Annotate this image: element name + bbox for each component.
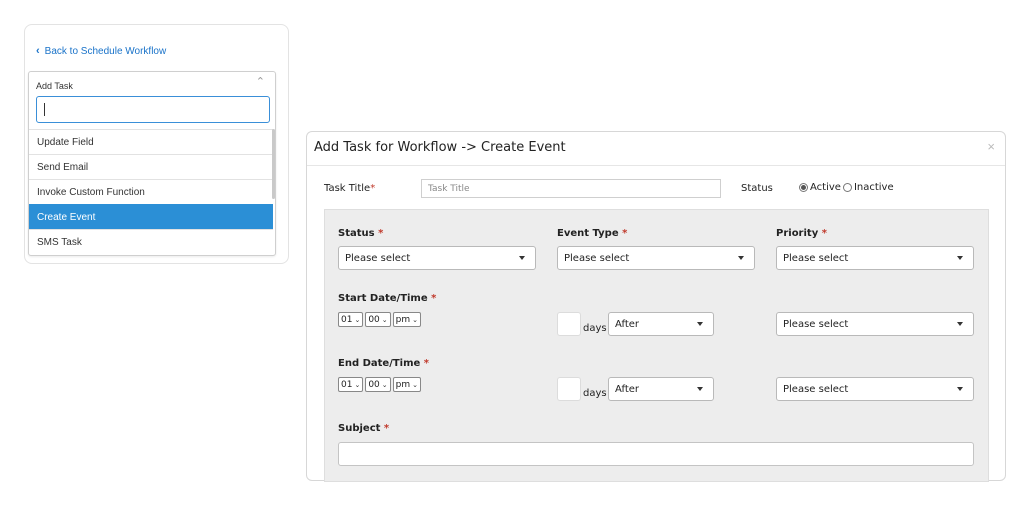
chevron-down-icon: ⌄ bbox=[381, 380, 388, 389]
start-days-label: days bbox=[583, 323, 607, 334]
chevron-down-icon: ⌄ bbox=[412, 380, 419, 389]
caret-down-icon bbox=[957, 322, 963, 326]
task-option-create-event[interactable]: Create Event bbox=[29, 204, 273, 229]
modal-title: Add Task for Workflow -> Create Event bbox=[314, 140, 566, 155]
chevron-down-icon: ⌄ bbox=[354, 380, 361, 389]
status-radio-group: Active Inactive bbox=[799, 182, 894, 193]
end-days-label: days bbox=[583, 388, 607, 399]
end-hour-select[interactable]: 01 ⌄ bbox=[338, 377, 364, 392]
event-type-field-label: Event Type * bbox=[557, 228, 628, 239]
start-after-select[interactable]: After bbox=[608, 312, 714, 336]
dropdown-scrollbar[interactable] bbox=[272, 129, 275, 199]
start-time-selects: 01 ⌄ 00 ⌄ pm ⌄ bbox=[338, 312, 422, 327]
start-reference-select[interactable]: Please select bbox=[776, 312, 974, 336]
task-option-sms-task[interactable]: SMS Task bbox=[29, 229, 273, 254]
task-option-invoke-custom-function[interactable]: Invoke Custom Function bbox=[29, 179, 273, 204]
end-time-selects: 01 ⌄ 00 ⌄ pm ⌄ bbox=[338, 377, 422, 392]
back-to-schedule-workflow-link[interactable]: ‹ Back to Schedule Workflow bbox=[36, 45, 166, 57]
subject-input[interactable] bbox=[338, 442, 974, 466]
task-options-list: Update Field Send Email Invoke Custom Fu… bbox=[29, 129, 273, 254]
end-ampm-select[interactable]: pm ⌄ bbox=[392, 377, 422, 392]
add-task-modal: Add Task for Workflow -> Create Event × … bbox=[306, 131, 1006, 482]
start-days-input[interactable] bbox=[557, 312, 581, 336]
caret-down-icon bbox=[519, 256, 525, 260]
chevron-down-icon: ⌄ bbox=[354, 315, 361, 324]
caret-down-icon bbox=[957, 256, 963, 260]
caret-down-icon bbox=[697, 387, 703, 391]
end-datetime-label: End Date/Time * bbox=[338, 358, 430, 369]
chevron-down-icon: ⌄ bbox=[381, 315, 388, 324]
radio-inactive[interactable] bbox=[842, 183, 852, 192]
chevron-left-icon: ‹ bbox=[36, 45, 40, 57]
event-form-panel: Status * Event Type * Priority * Please … bbox=[324, 209, 989, 482]
end-reference-select[interactable]: Please select bbox=[776, 377, 974, 401]
task-title-label: Task Title* bbox=[324, 183, 376, 194]
priority-field-label: Priority * bbox=[776, 228, 827, 239]
task-option-send-email[interactable]: Send Email bbox=[29, 154, 273, 179]
chevron-up-icon[interactable]: ⌃ bbox=[256, 75, 265, 88]
start-ampm-select[interactable]: pm ⌄ bbox=[392, 312, 422, 327]
caret-down-icon bbox=[738, 256, 744, 260]
priority-select[interactable]: Please select bbox=[776, 246, 974, 270]
close-icon[interactable]: × bbox=[987, 139, 995, 154]
end-after-select[interactable]: After bbox=[608, 377, 714, 401]
chevron-down-icon: ⌄ bbox=[412, 315, 419, 324]
add-task-dropdown: Add Task ⌃ Update Field Send Email Invok… bbox=[28, 71, 276, 256]
event-type-select[interactable]: Please select bbox=[557, 246, 755, 270]
subject-label: Subject * bbox=[338, 423, 390, 434]
task-title-input[interactable]: Task Title bbox=[421, 179, 721, 198]
back-link-label: Back to Schedule Workflow bbox=[44, 45, 167, 57]
start-minute-select[interactable]: 00 ⌄ bbox=[365, 312, 391, 327]
start-hour-select[interactable]: 01 ⌄ bbox=[338, 312, 364, 327]
start-datetime-label: Start Date/Time * bbox=[338, 293, 437, 304]
task-search-input[interactable] bbox=[36, 96, 270, 123]
status-select[interactable]: Please select bbox=[338, 246, 536, 270]
text-cursor bbox=[44, 103, 45, 116]
end-days-input[interactable] bbox=[557, 377, 581, 401]
modal-header: Add Task for Workflow -> Create Event × bbox=[307, 132, 1005, 166]
radio-active-label: Active bbox=[810, 182, 841, 193]
radio-active[interactable] bbox=[799, 183, 808, 192]
status-field-label: Status * bbox=[338, 228, 384, 239]
task-option-update-field[interactable]: Update Field bbox=[29, 129, 273, 154]
end-minute-select[interactable]: 00 ⌄ bbox=[365, 377, 391, 392]
caret-down-icon bbox=[957, 387, 963, 391]
radio-inactive-label: Inactive bbox=[853, 182, 894, 193]
dropdown-title: Add Task bbox=[36, 81, 73, 91]
caret-down-icon bbox=[697, 322, 703, 326]
status-label: Status bbox=[741, 183, 773, 194]
